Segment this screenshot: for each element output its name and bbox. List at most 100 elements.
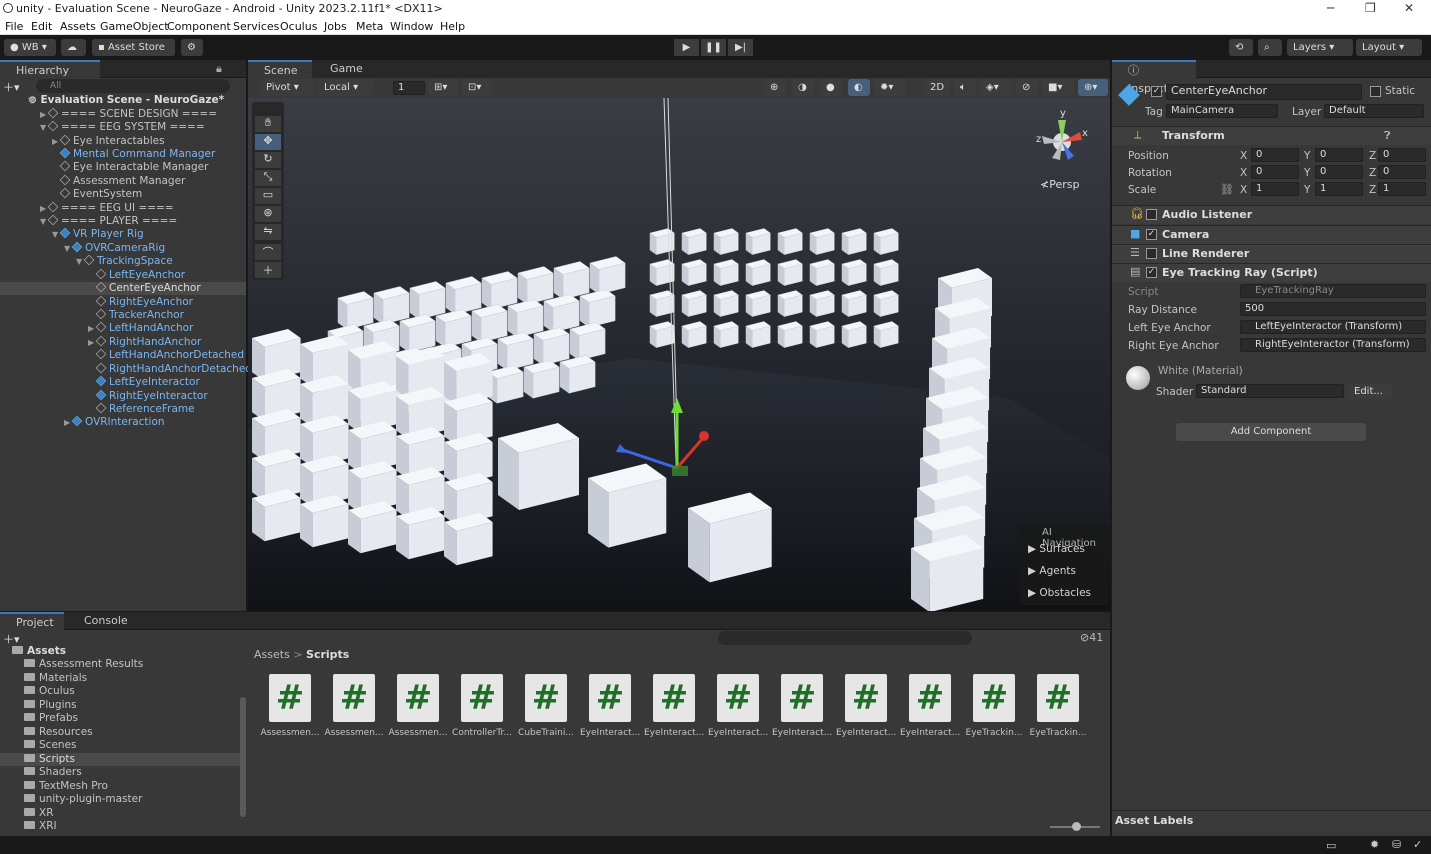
move-tool-icon[interactable]: ✥ [255,134,281,150]
asset-labels-bar[interactable]: Asset Labels [1112,810,1431,830]
check-icon[interactable]: ✓ [1413,838,1422,851]
scene-cube[interactable] [337,291,374,330]
list-item[interactable]: ReferenceFrame [95,402,195,416]
tab-hierarchy[interactable]: Hierarchy [0,60,100,78]
overlay-item-obstacles[interactable]: ▶ Obstacles [1028,587,1091,599]
audio-toggle-button[interactable]: 🔈︎ [954,79,976,96]
script-asset[interactable]: # EyeTrackin... [964,674,1024,738]
scene-cube[interactable] [873,290,899,318]
scene-viewport[interactable] [248,98,1110,611]
line-renderer-header[interactable]: Line Renderer [1112,244,1431,263]
package-settings-icon[interactable]: ⚙ [181,39,203,56]
camera-header[interactable]: Camera [1112,225,1431,244]
space-dropdown[interactable]: Local ▾ [318,79,373,96]
overlay-item-agents[interactable]: ▶ Agents [1028,565,1076,577]
list-item[interactable]: Assessment Manager [59,174,185,188]
camera-checkbox[interactable]: ✓ [1146,229,1157,240]
static-checkbox[interactable] [1370,86,1381,97]
hidden-objects-button[interactable]: ⊘ [1016,79,1038,96]
expand-arrow-icon[interactable]: ▶ [52,137,58,146]
tab-project[interactable]: Project [0,612,64,630]
scene-cube[interactable] [713,290,739,318]
list-item[interactable]: RightEyeAnchor [95,295,193,309]
scene-cube[interactable] [300,495,349,548]
zoom-slider-handle[interactable] [1072,822,1081,831]
account-dropdown[interactable]: ● WB ▾ [4,39,56,56]
orientation-gizmo-button[interactable]: ⊕ [764,79,786,96]
scene-cube[interactable] [873,259,899,287]
scene-cube[interactable] [399,314,436,353]
scene-cube[interactable] [745,228,771,256]
scene-cube[interactable] [745,259,771,287]
folder-item[interactable]: unity-plugin-master [0,793,240,806]
list-item[interactable]: Eye Interactables [59,134,165,148]
shaded-button[interactable]: ● [820,79,842,96]
scene-cube[interactable] [569,322,606,361]
folder-item[interactable]: Assessment Results [0,658,240,671]
projection-toggle[interactable]: ≮Persp [1040,178,1079,191]
pivot-dropdown[interactable]: Pivot ▾ [260,79,315,96]
asset-store-button[interactable]: ▪ Asset Store ▾ [92,39,175,70]
folder-item[interactable]: XR [0,807,240,820]
expand-arrow-icon[interactable]: ▶ [88,324,94,333]
script-asset[interactable]: # Assessmen... [324,674,384,738]
expand-arrow-icon[interactable]: ▼ [28,96,34,105]
scene-cube[interactable] [841,228,867,256]
maximize-button[interactable]: ❐ [1365,1,1376,15]
script-asset[interactable]: # EyeInteract... [772,674,832,738]
lock-icon[interactable]: 🔒︎ [216,62,222,76]
expand-arrow-icon[interactable]: ▶ [40,204,46,213]
scene-cube[interactable] [533,327,570,366]
list-item[interactable]: OVRCameraRig [71,241,165,255]
line-renderer-checkbox[interactable] [1146,248,1157,259]
audio-listener-checkbox[interactable] [1146,209,1157,220]
scene-cube[interactable] [649,228,675,256]
scene-cube[interactable] [809,321,835,349]
link-icon[interactable]: ⛓︎ [1220,183,1234,196]
scale-x-field[interactable]: 1 [1251,182,1299,196]
rotation-x-field[interactable]: 0 [1251,165,1299,179]
menu-assets[interactable]: Assets [60,20,96,33]
scene-cube[interactable] [444,513,493,566]
scene-cube[interactable] [873,228,899,256]
scale-tool-icon[interactable]: ⤡ [255,170,281,186]
scene-cube[interactable] [559,355,596,394]
folder-item[interactable]: Prefabs [0,712,240,725]
minimize-button[interactable]: ─ [1327,1,1334,15]
scene-cube[interactable] [409,281,446,320]
tab-inspector[interactable]: ⓘ Inspector [1112,60,1196,95]
scene-cube[interactable] [588,463,667,548]
debug-draw-button[interactable]: ✹▾ [874,79,906,96]
position-x-field[interactable]: 0 [1251,148,1299,162]
scene-cube[interactable] [649,259,675,287]
add-tool-icon[interactable]: ＋ [255,262,281,278]
close-button[interactable]: ✕ [1404,1,1414,15]
scene-cube[interactable] [649,321,675,349]
list-item[interactable]: ==== SCENE DESIGN ==== [47,107,217,121]
scene-cube[interactable] [348,501,397,554]
expand-arrow-icon[interactable]: ▶ [40,110,46,119]
overlay-item-surfaces[interactable]: ▶ Surfaces [1028,543,1085,555]
menu-component[interactable]: Component [167,20,231,33]
camera-settings-button[interactable]: ■▾ [1042,79,1074,96]
ray-distance-field[interactable]: 500 [1240,302,1426,316]
left-eye-anchor-field[interactable]: LeftEyeInteractor (Transform) [1240,320,1426,334]
list-item[interactable]: TrackerAnchor [95,308,184,322]
scene-cube[interactable] [777,228,803,256]
folder-item[interactable]: Shaders [0,766,240,779]
path-tool-icon[interactable]: ⌒ [255,244,281,260]
debug-icon[interactable]: ✹ [1370,838,1379,851]
menu-file[interactable]: File [5,20,23,33]
create-button[interactable]: ＋▾ [3,79,20,95]
folder-assets[interactable]: Assets [0,645,240,658]
pause-button[interactable]: ❚❚ [701,39,726,56]
expand-arrow-icon[interactable]: ▼ [76,257,82,266]
search-icon[interactable]: ⌕ [1258,39,1282,56]
scene-cube[interactable] [517,266,554,305]
mode-2d-button[interactable]: 2D [924,79,950,96]
script-asset[interactable]: # CubeTraini... [516,674,576,738]
script-asset[interactable]: # ControllerTr... [452,674,512,738]
list-item[interactable]: OVRInteraction [71,415,165,429]
folder-item[interactable]: Materials [0,672,240,685]
scene-cube[interactable] [809,290,835,318]
